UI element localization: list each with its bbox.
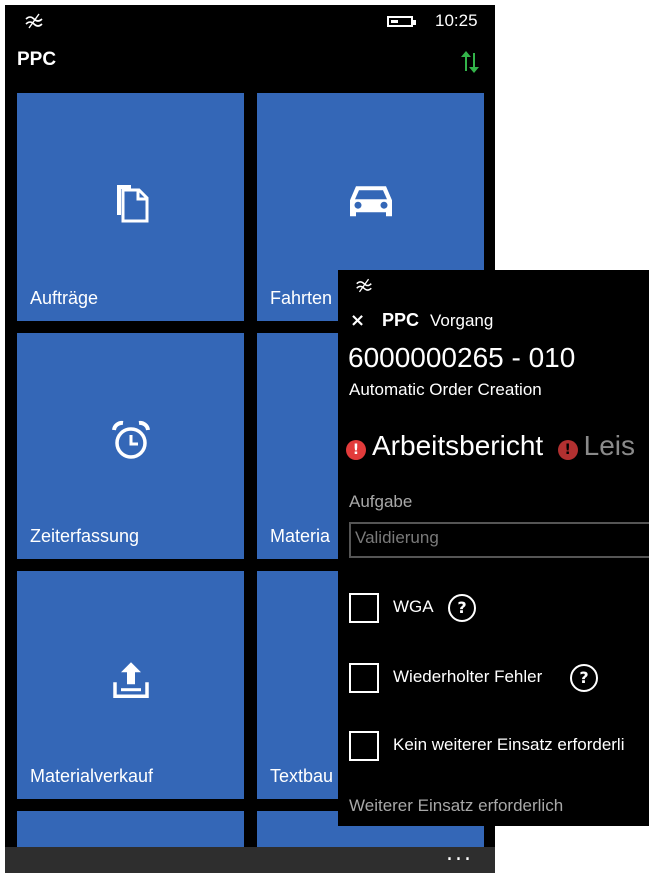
order-number: 6000000265 - 010 [348, 342, 576, 373]
tile-label: Aufträge [30, 288, 99, 308]
pivot-leistung[interactable]: ! Leis [557, 430, 636, 462]
signal-icon [25, 13, 43, 29]
car-icon [349, 186, 392, 217]
app-title: PPC [382, 310, 420, 330]
tile-label: Zeiterfassung [30, 526, 140, 546]
page-title: Vorgang [430, 311, 494, 330]
warning-icon: ! [557, 440, 578, 460]
tile-zeiterfassung[interactable]: Zeiterfassung [17, 333, 244, 559]
phone-detail-screen: × PPC Vorgang 6000000265 - 010 Automatic… [338, 270, 649, 826]
more-button[interactable]: ... [446, 841, 473, 866]
tile-label: Textbau [270, 766, 334, 786]
documents-icon [116, 184, 148, 223]
sync-icon[interactable] [457, 49, 483, 75]
signal-icon [356, 278, 372, 293]
pivot-label: Arbeitsbericht [372, 430, 544, 461]
tile-materialverkauf[interactable]: Materialverkauf [17, 571, 244, 799]
status-time: 10:25 [435, 11, 478, 30]
tile-auftraege[interactable]: Aufträge [17, 93, 244, 321]
help-icon[interactable]: ? [570, 664, 598, 692]
help-icon[interactable]: ? [448, 594, 476, 622]
tile-label: Materialverkauf [30, 766, 154, 786]
task-input[interactable]: Validierung [349, 522, 649, 558]
alarm-clock-icon [111, 420, 150, 459]
wga-checkbox[interactable] [349, 593, 379, 623]
pivot-arbeitsbericht[interactable]: ! Arbeitsbericht [346, 430, 543, 462]
kein-weiterer-einsatz-checkbox[interactable] [349, 731, 379, 761]
order-description: Automatic Order Creation [349, 380, 542, 399]
upload-icon [112, 662, 149, 698]
tile-label: Materia [270, 526, 331, 546]
status-bar: 10:25 [5, 5, 495, 39]
battery-icon [387, 16, 416, 27]
checkbox-label: Kein weiterer Einsatz erforderli [393, 735, 625, 754]
warning-icon: ! [346, 440, 366, 460]
pivot-label: Leis [583, 430, 636, 461]
app-bar: ... [5, 841, 495, 873]
wiederholter-fehler-checkbox[interactable] [349, 663, 379, 693]
section-label: Weiterer Einsatz erforderlich [349, 796, 564, 815]
checkbox-label: WGA [393, 597, 434, 616]
pivot-header: ! Arbeitsbericht ! Leis [346, 430, 645, 470]
tile-label: Fahrten [270, 288, 333, 308]
task-label: Aufgabe [349, 492, 413, 511]
checkbox-label: Wiederholter Fehler [393, 667, 543, 686]
close-button[interactable]: × [350, 310, 365, 331]
app-title: PPC [17, 49, 57, 70]
